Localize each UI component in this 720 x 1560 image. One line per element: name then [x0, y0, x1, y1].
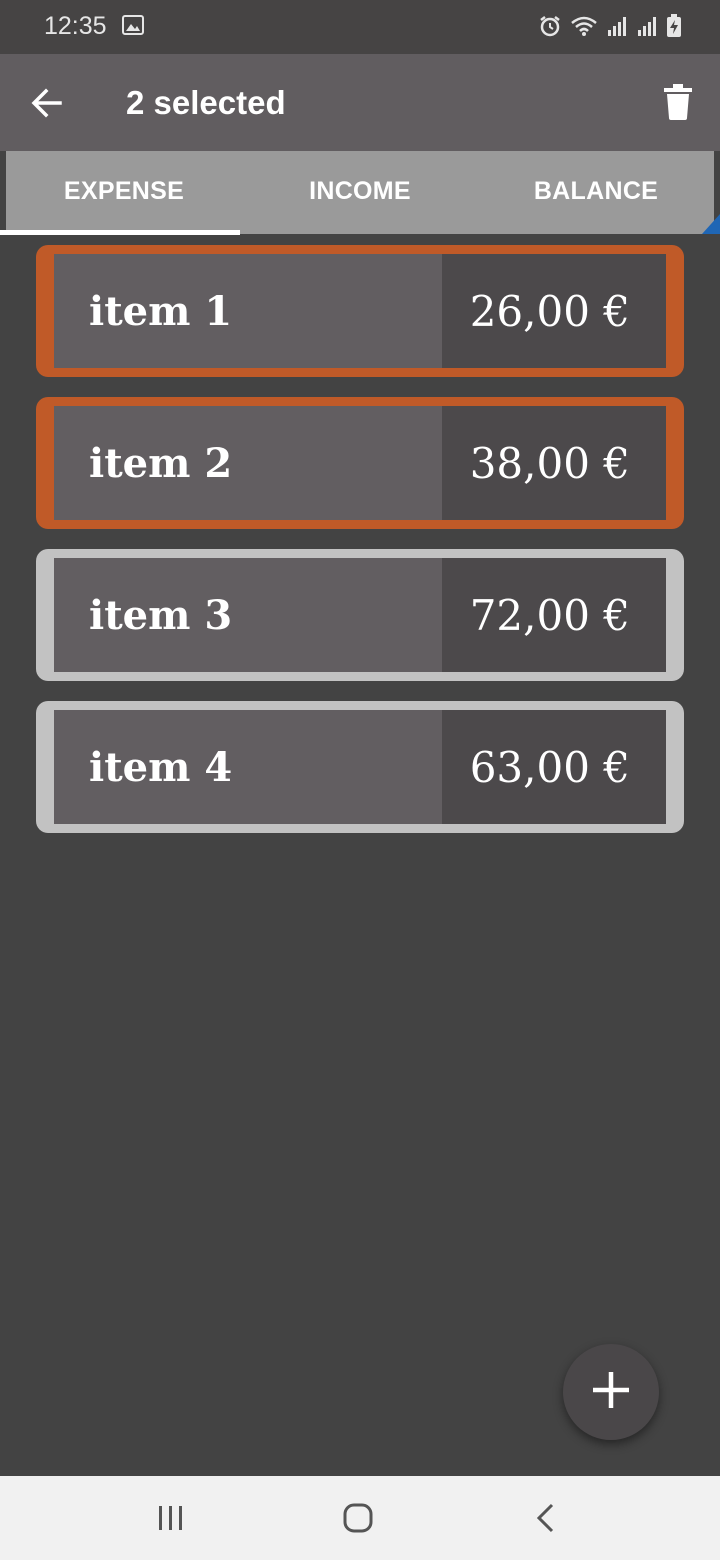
item-amount: 63,00 €: [442, 710, 666, 824]
status-time: 12:35: [44, 12, 107, 40]
alarm-icon: [538, 14, 562, 43]
tab-indicator: [0, 230, 240, 235]
home-icon[interactable]: [342, 1502, 374, 1539]
item-name: item 4: [54, 710, 442, 824]
arrow-left-icon[interactable]: [30, 86, 64, 120]
selection-title: 2 selected: [126, 84, 286, 121]
signal-icon: [606, 15, 628, 42]
item-amount: 26,00 €: [442, 254, 666, 368]
item-name: item 2: [54, 406, 442, 520]
recents-icon[interactable]: [156, 1504, 186, 1537]
list-item-content: item 1 26,00 €: [54, 254, 666, 368]
tab-label: EXPENSE: [63, 176, 185, 205]
signal-icon: [636, 15, 658, 42]
back-icon[interactable]: [534, 1502, 558, 1539]
system-nav-bar: [0, 1476, 720, 1560]
list-item-content: item 3 72,00 €: [54, 558, 666, 672]
tab-bar: EXPENSE INCOME BALANCE: [6, 151, 714, 234]
add-item-button[interactable]: [563, 1344, 659, 1440]
item-name: item 1: [54, 254, 442, 368]
item-name: item 3: [54, 558, 442, 672]
action-bar: 2 selected: [0, 54, 720, 151]
status-bar: 12:35: [0, 0, 720, 54]
gallery-icon: [122, 15, 144, 40]
tab-balance[interactable]: BALANCE: [478, 151, 714, 231]
tab-label: BALANCE: [533, 176, 659, 205]
list-item[interactable]: item 1 26,00 €: [36, 245, 684, 377]
tab-corner-accent: [702, 214, 720, 234]
battery-charging-icon: [666, 14, 682, 43]
tab-expense[interactable]: EXPENSE: [6, 151, 242, 231]
tab-label: INCOME: [309, 176, 411, 205]
list-item[interactable]: item 2 38,00 €: [36, 397, 684, 529]
item-amount: 38,00 €: [442, 406, 666, 520]
list-item[interactable]: item 3 72,00 €: [36, 549, 684, 681]
tab-income[interactable]: INCOME: [242, 151, 478, 231]
status-icons: [538, 14, 682, 43]
item-amount: 72,00 €: [442, 558, 666, 672]
trash-icon[interactable]: [664, 84, 692, 120]
list-item[interactable]: item 4 63,00 €: [36, 701, 684, 833]
list-item-content: item 4 63,00 €: [54, 710, 666, 824]
list-item-content: item 2 38,00 €: [54, 406, 666, 520]
wifi-icon: [570, 15, 598, 42]
plus-icon: [591, 1370, 631, 1415]
